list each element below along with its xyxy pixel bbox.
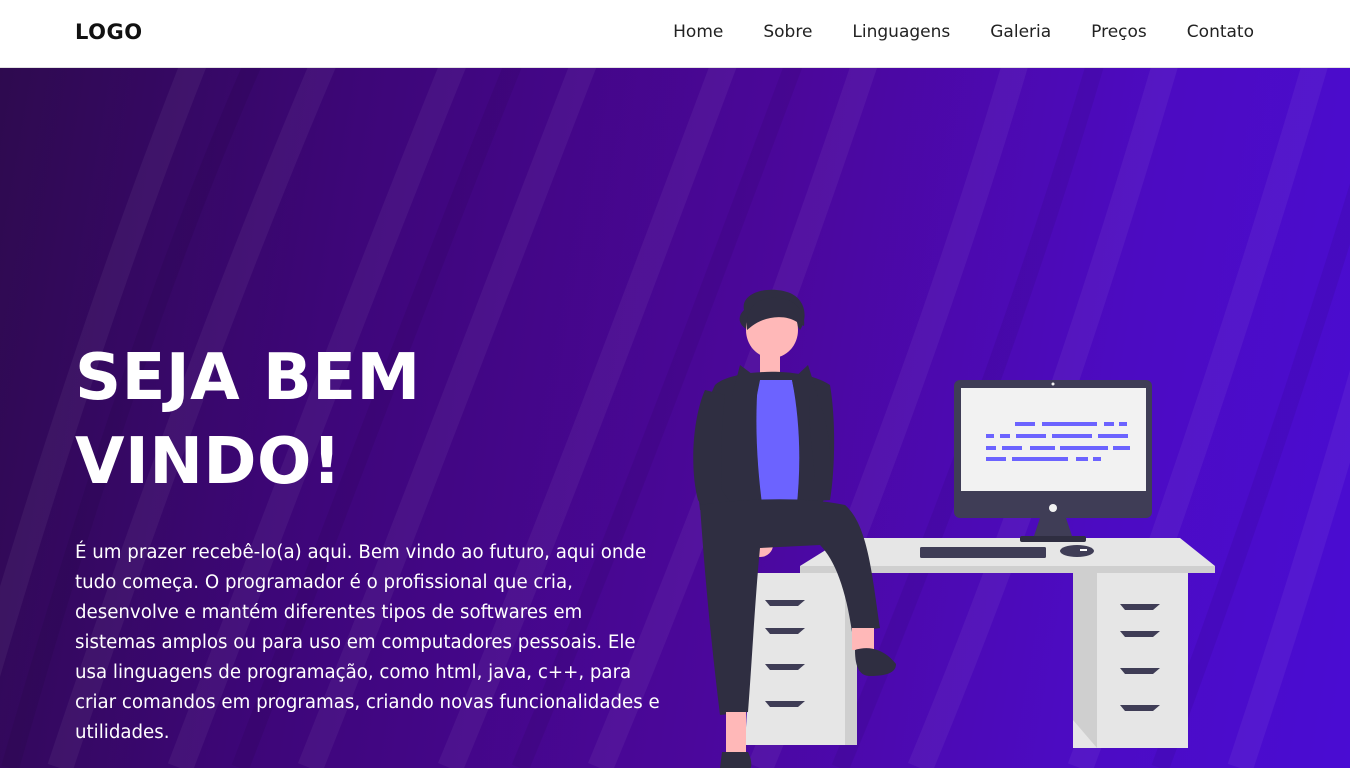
main-nav: Home Sobre Linguagens Galeria Preços Con… xyxy=(673,22,1254,42)
nav-link-galeria[interactable]: Galeria xyxy=(990,22,1051,42)
hero-title-line2: VINDO! xyxy=(75,425,342,499)
nav-link-home[interactable]: Home xyxy=(673,22,723,42)
left-drawer-unit xyxy=(745,573,855,745)
logo[interactable]: LOGO xyxy=(75,20,143,44)
nav-link-precos[interactable]: Preços xyxy=(1091,22,1147,42)
monitor-screen xyxy=(961,388,1146,491)
programmer-at-desk-illustration xyxy=(693,289,1215,768)
mouse xyxy=(1060,545,1094,557)
nav-link-contato[interactable]: Contato xyxy=(1187,22,1254,42)
hero-description: É um prazer recebê-lo(a) aqui. Bem vindo… xyxy=(75,542,660,743)
nav-link-sobre[interactable]: Sobre xyxy=(763,22,812,42)
navbar: LOGO Home Sobre Linguagens Galeria Preço… xyxy=(0,0,1350,68)
keyboard xyxy=(920,547,1046,558)
monitor-stand xyxy=(1034,518,1072,536)
hero-section: SEJA BEM VINDO! É um prazer recebê-lo(a)… xyxy=(0,68,1350,768)
hero-title-line1: SEJA BEM xyxy=(75,341,421,415)
hero-title: SEJA BEM VINDO! xyxy=(75,336,595,504)
nav-link-linguagens[interactable]: Linguagens xyxy=(852,22,950,42)
